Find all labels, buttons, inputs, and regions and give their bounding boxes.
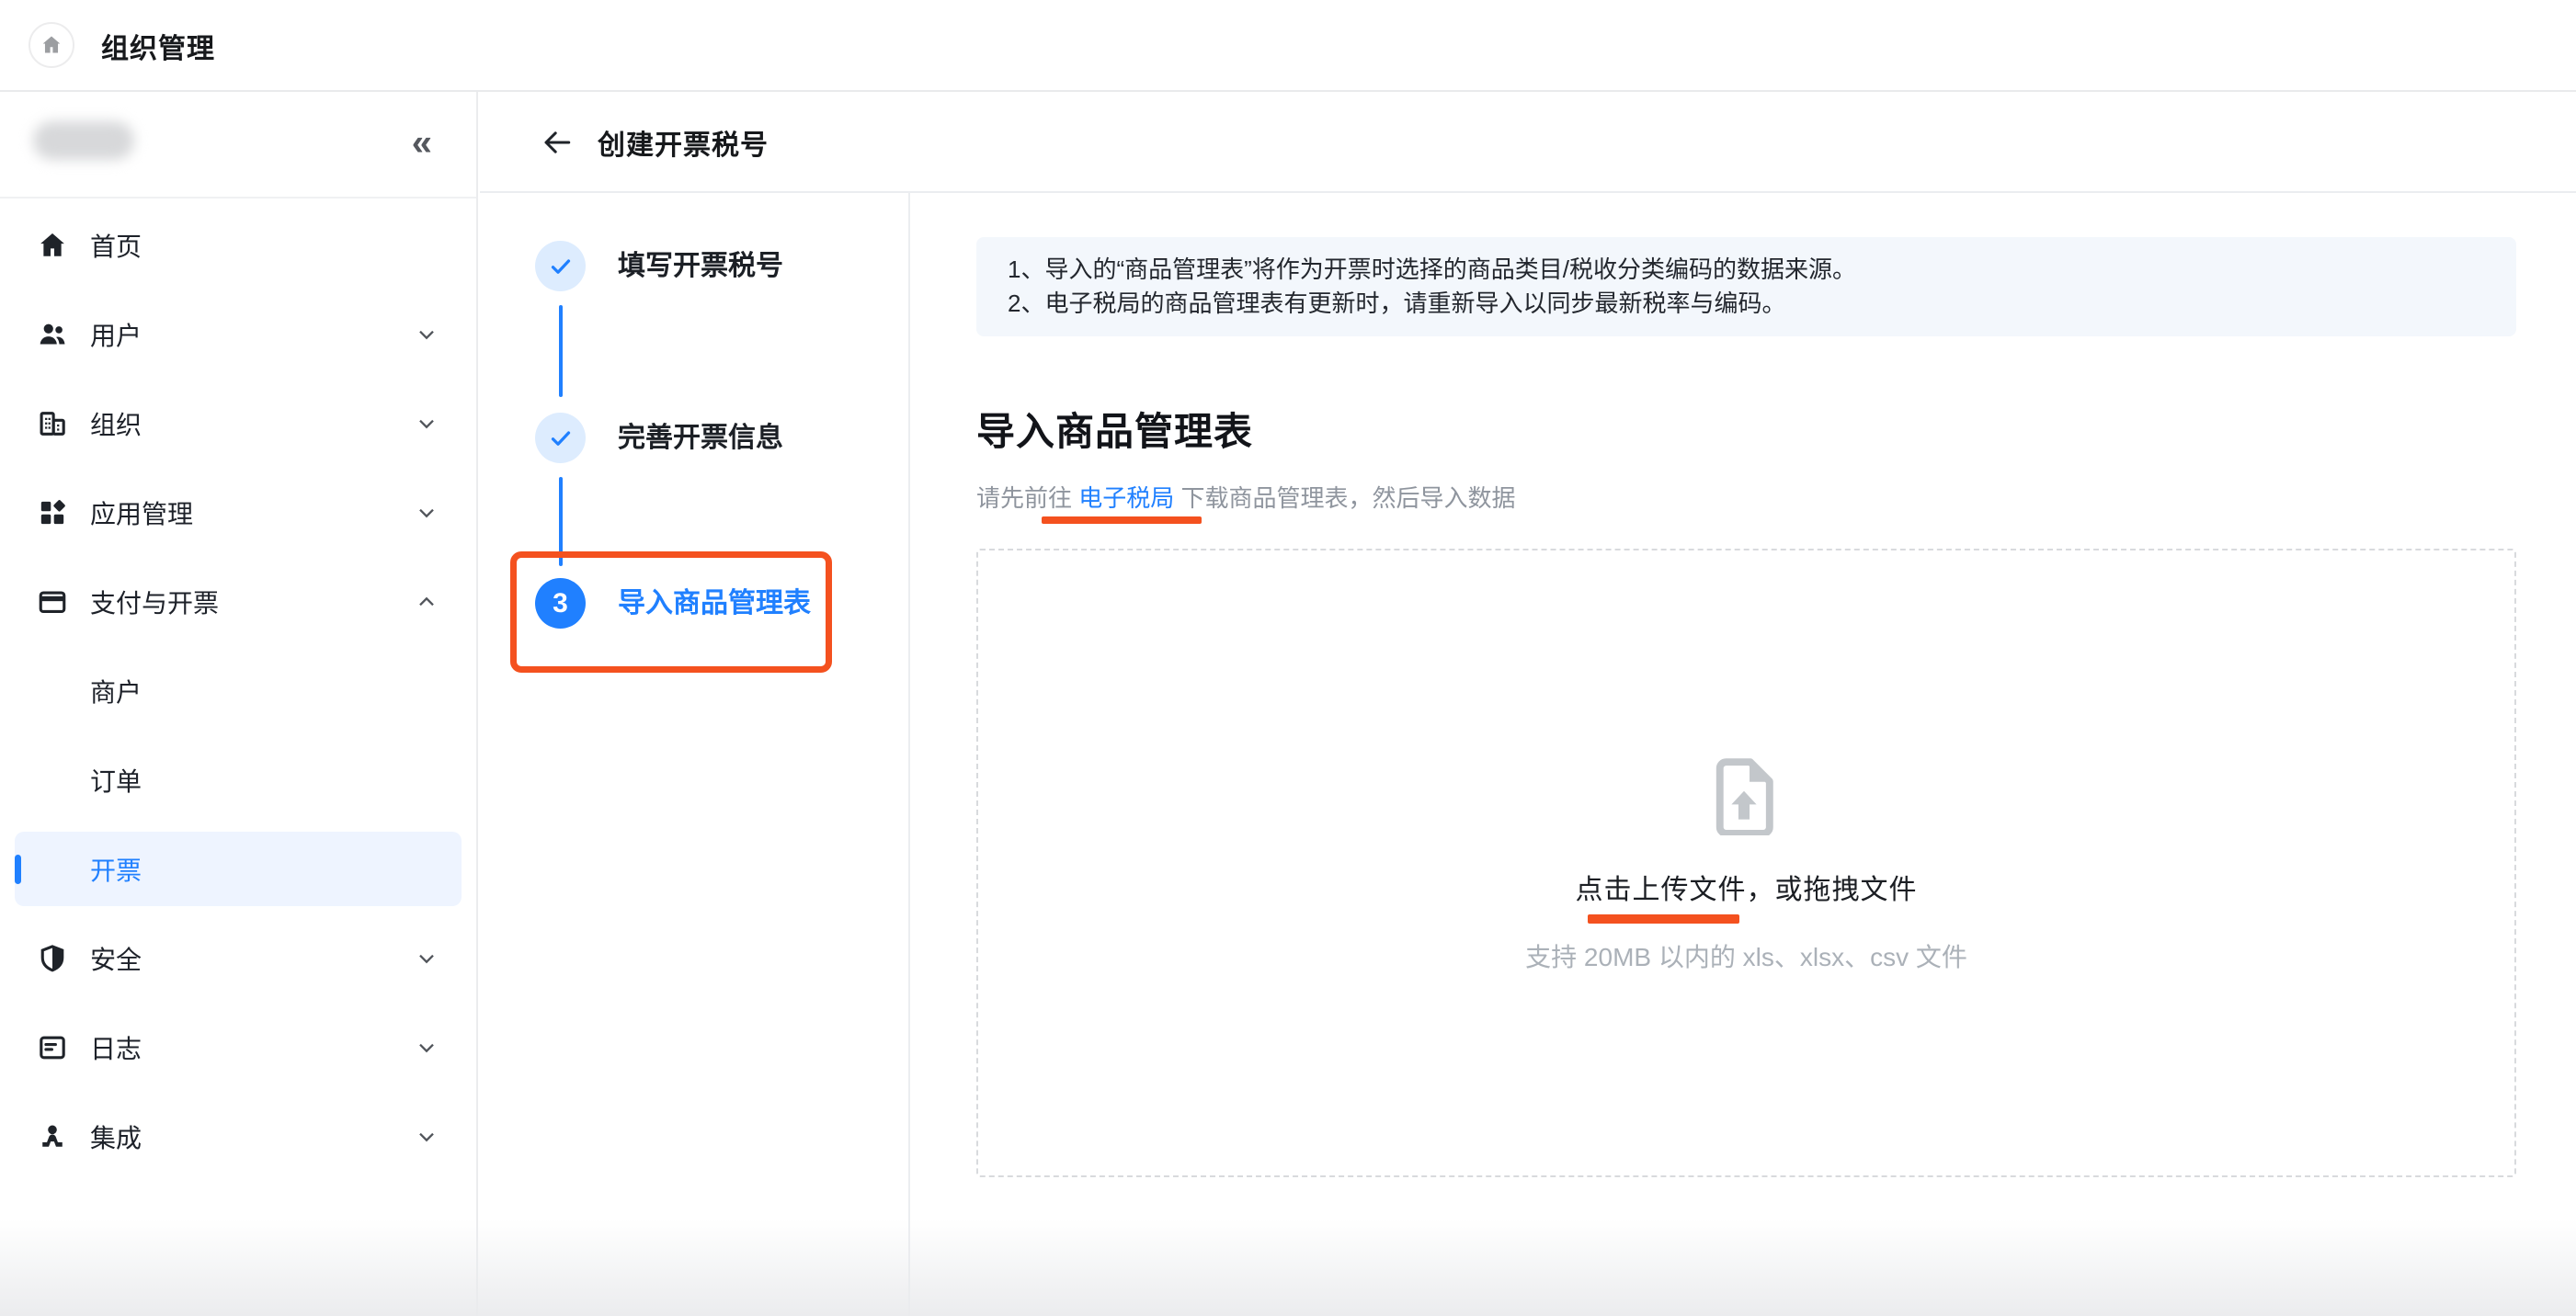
sidebar-item-label: 首页 xyxy=(90,227,142,264)
sidebar-item-label: 订单 xyxy=(90,762,142,799)
link-annotation-underline xyxy=(1042,516,1202,524)
payment-card-icon xyxy=(37,586,68,618)
step-3-number-badge: 3 xyxy=(535,578,586,629)
sidebar-menu: 首页 用户 组织 xyxy=(0,200,476,1181)
upload-main-text: 点击上传文件，或拖拽文件 xyxy=(978,867,2514,907)
chevron-down-icon xyxy=(414,1124,439,1150)
step-1-label: 填写开票税号 xyxy=(618,241,783,291)
step-2-label: 完善开票信息 xyxy=(618,413,783,463)
detail-title: 创建开票税号 xyxy=(598,92,769,193)
sidebar-item-merchant[interactable]: 商户 xyxy=(0,646,476,735)
step-connector xyxy=(559,305,563,397)
sidebar-item-home[interactable]: 首页 xyxy=(0,200,476,289)
upload-hint-text: 支持 20MB 以内的 xls、xlsx、csv 文件 xyxy=(978,937,2514,974)
shield-icon xyxy=(37,943,68,974)
back-button[interactable] xyxy=(541,126,574,159)
sidebar-item-security[interactable]: 安全 xyxy=(0,913,476,1003)
import-panel: 1、导入的“商品管理表”将作为开票时选择的商品类目/税收分类编码的数据来源。 2… xyxy=(910,193,2576,1316)
collapse-sidebar-button[interactable]: « xyxy=(412,124,432,161)
sidebar-item-label: 应用管理 xyxy=(90,494,193,531)
page-title: 组织管理 xyxy=(101,0,215,92)
sidebar-item-logs[interactable]: 日志 xyxy=(0,1003,476,1092)
file-dropzone[interactable]: 点击上传文件，或拖拽文件 支持 20MB 以内的 xls、xlsx、csv 文件 xyxy=(976,549,2516,1177)
sidebar-item-payment-invoicing[interactable]: 支付与开票 xyxy=(0,557,476,646)
page: 组织管理 « 首页 用户 xyxy=(0,0,2576,1316)
sidebar-item-invoicing[interactable]: 开票 xyxy=(15,832,462,906)
sidebar-logo-row: « xyxy=(0,92,476,199)
sidebar-item-label: 用户 xyxy=(90,316,142,353)
detail-header: 创建开票税号 xyxy=(480,92,2576,193)
home-icon xyxy=(40,33,63,57)
log-icon xyxy=(37,1032,68,1063)
notice-line: 1、导入的“商品管理表”将作为开票时选择的商品类目/税收分类编码的数据来源。 xyxy=(1008,253,2485,287)
stepper: 填写开票税号 完善开票信息 3 导入商品管理表 xyxy=(478,193,910,1316)
step-connector xyxy=(559,477,563,566)
chevron-down-icon xyxy=(414,1035,439,1061)
topbar: 组织管理 xyxy=(0,0,2576,92)
step-2-done-check-icon xyxy=(535,413,586,463)
workspace-logo-redacted xyxy=(33,121,134,160)
home-icon xyxy=(37,230,68,261)
sidebar-item-users[interactable]: 用户 xyxy=(0,289,476,379)
e-tax-bureau-link[interactable]: 电子税局 xyxy=(1078,484,1174,512)
chevron-down-icon xyxy=(414,411,439,437)
integration-icon xyxy=(37,1121,68,1152)
home-button[interactable] xyxy=(28,22,74,68)
instruction-prefix: 请先前往 xyxy=(976,484,1078,512)
users-icon xyxy=(37,319,68,350)
sidebar-item-apps[interactable]: 应用管理 xyxy=(0,468,476,557)
notice-box: 1、导入的“商品管理表”将作为开票时选择的商品类目/税收分类编码的数据来源。 2… xyxy=(976,237,2516,336)
step-3-label: 导入商品管理表 xyxy=(618,578,811,629)
sidebar: « 首页 用户 组织 xyxy=(0,92,478,1316)
sidebar-item-orders[interactable]: 订单 xyxy=(0,735,476,824)
apps-icon xyxy=(37,497,68,528)
sidebar-item-label: 集成 xyxy=(90,1118,142,1155)
chevron-down-icon xyxy=(414,322,439,347)
sidebar-item-label: 组织 xyxy=(90,405,142,442)
chevron-down-icon xyxy=(414,946,439,971)
chevron-down-icon xyxy=(414,500,439,526)
sidebar-item-label: 开票 xyxy=(90,851,142,888)
sidebar-item-integration[interactable]: 集成 xyxy=(0,1092,476,1181)
organization-icon xyxy=(37,408,68,439)
sidebar-item-label: 商户 xyxy=(90,673,142,709)
file-upload-icon xyxy=(1715,758,1773,835)
selected-indicator-bar xyxy=(15,855,21,884)
sidebar-item-label: 支付与开票 xyxy=(90,584,219,620)
upload-annotation-underline xyxy=(1588,914,1739,924)
sidebar-item-label: 日志 xyxy=(90,1029,142,1066)
chevron-up-icon xyxy=(414,589,439,615)
sidebar-item-label: 安全 xyxy=(90,940,142,977)
instruction-suffix: 下载商品管理表，然后导入数据 xyxy=(1174,484,1515,512)
download-instruction: 请先前往 电子税局 下载商品管理表，然后导入数据 xyxy=(976,482,1515,515)
sidebar-item-organization[interactable]: 组织 xyxy=(0,379,476,468)
section-title: 导入商品管理表 xyxy=(976,401,1253,457)
step-1-done-check-icon xyxy=(535,241,586,291)
notice-line: 2、电子税局的商品管理表有更新时，请重新导入以同步最新税率与编码。 xyxy=(1008,287,2485,321)
